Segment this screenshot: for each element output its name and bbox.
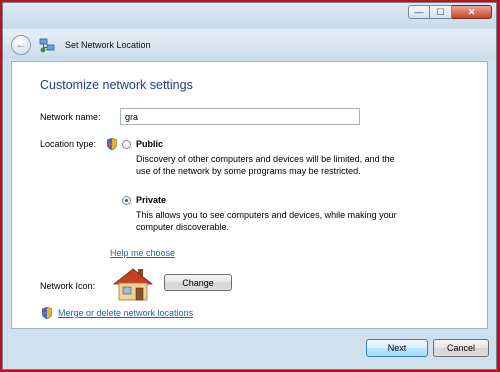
network-name-label: Network name: (40, 112, 101, 122)
help-me-choose-link[interactable]: Help me choose (110, 248, 175, 258)
maximize-button[interactable]: ☐ (430, 5, 452, 19)
dialog-window: — ☐ ✕ ← Set Network Location Customize n… (2, 2, 497, 370)
public-option-description: Discovery of other computers and devices… (136, 154, 395, 176)
private-radio[interactable] (122, 196, 131, 205)
private-option-title: Private (136, 195, 167, 205)
location-type-label: Location type: (40, 139, 97, 149)
content-area: Customize network settings Network name:… (11, 61, 488, 329)
title-bar[interactable]: — ☐ ✕ (3, 3, 496, 29)
network-name-input[interactable] (120, 108, 360, 125)
page-heading: Customize network settings (40, 78, 193, 92)
network-icon (39, 38, 55, 53)
navigation-bar: ← Set Network Location (3, 29, 496, 59)
public-option-title: Public (136, 139, 164, 149)
private-option-description: This allows you to see computers and dev… (136, 210, 397, 232)
network-icon-label: Network Icon: (40, 281, 96, 291)
house-icon (112, 268, 154, 301)
close-button[interactable]: ✕ (452, 5, 492, 19)
shield-icon (42, 307, 52, 319)
change-icon-button[interactable]: Change (164, 274, 232, 291)
shield-icon (107, 138, 117, 150)
window-title: Set Network Location (65, 40, 151, 50)
merge-delete-locations-link[interactable]: Merge or delete network locations (58, 308, 193, 318)
minimize-button[interactable]: — (408, 5, 430, 19)
next-button[interactable]: Next (366, 339, 428, 357)
dialog-footer: Next Cancel (3, 331, 496, 369)
public-radio[interactable] (122, 140, 131, 149)
cancel-button[interactable]: Cancel (433, 339, 489, 357)
caption-buttons: — ☐ ✕ (408, 5, 492, 19)
back-button[interactable]: ← (11, 35, 31, 55)
